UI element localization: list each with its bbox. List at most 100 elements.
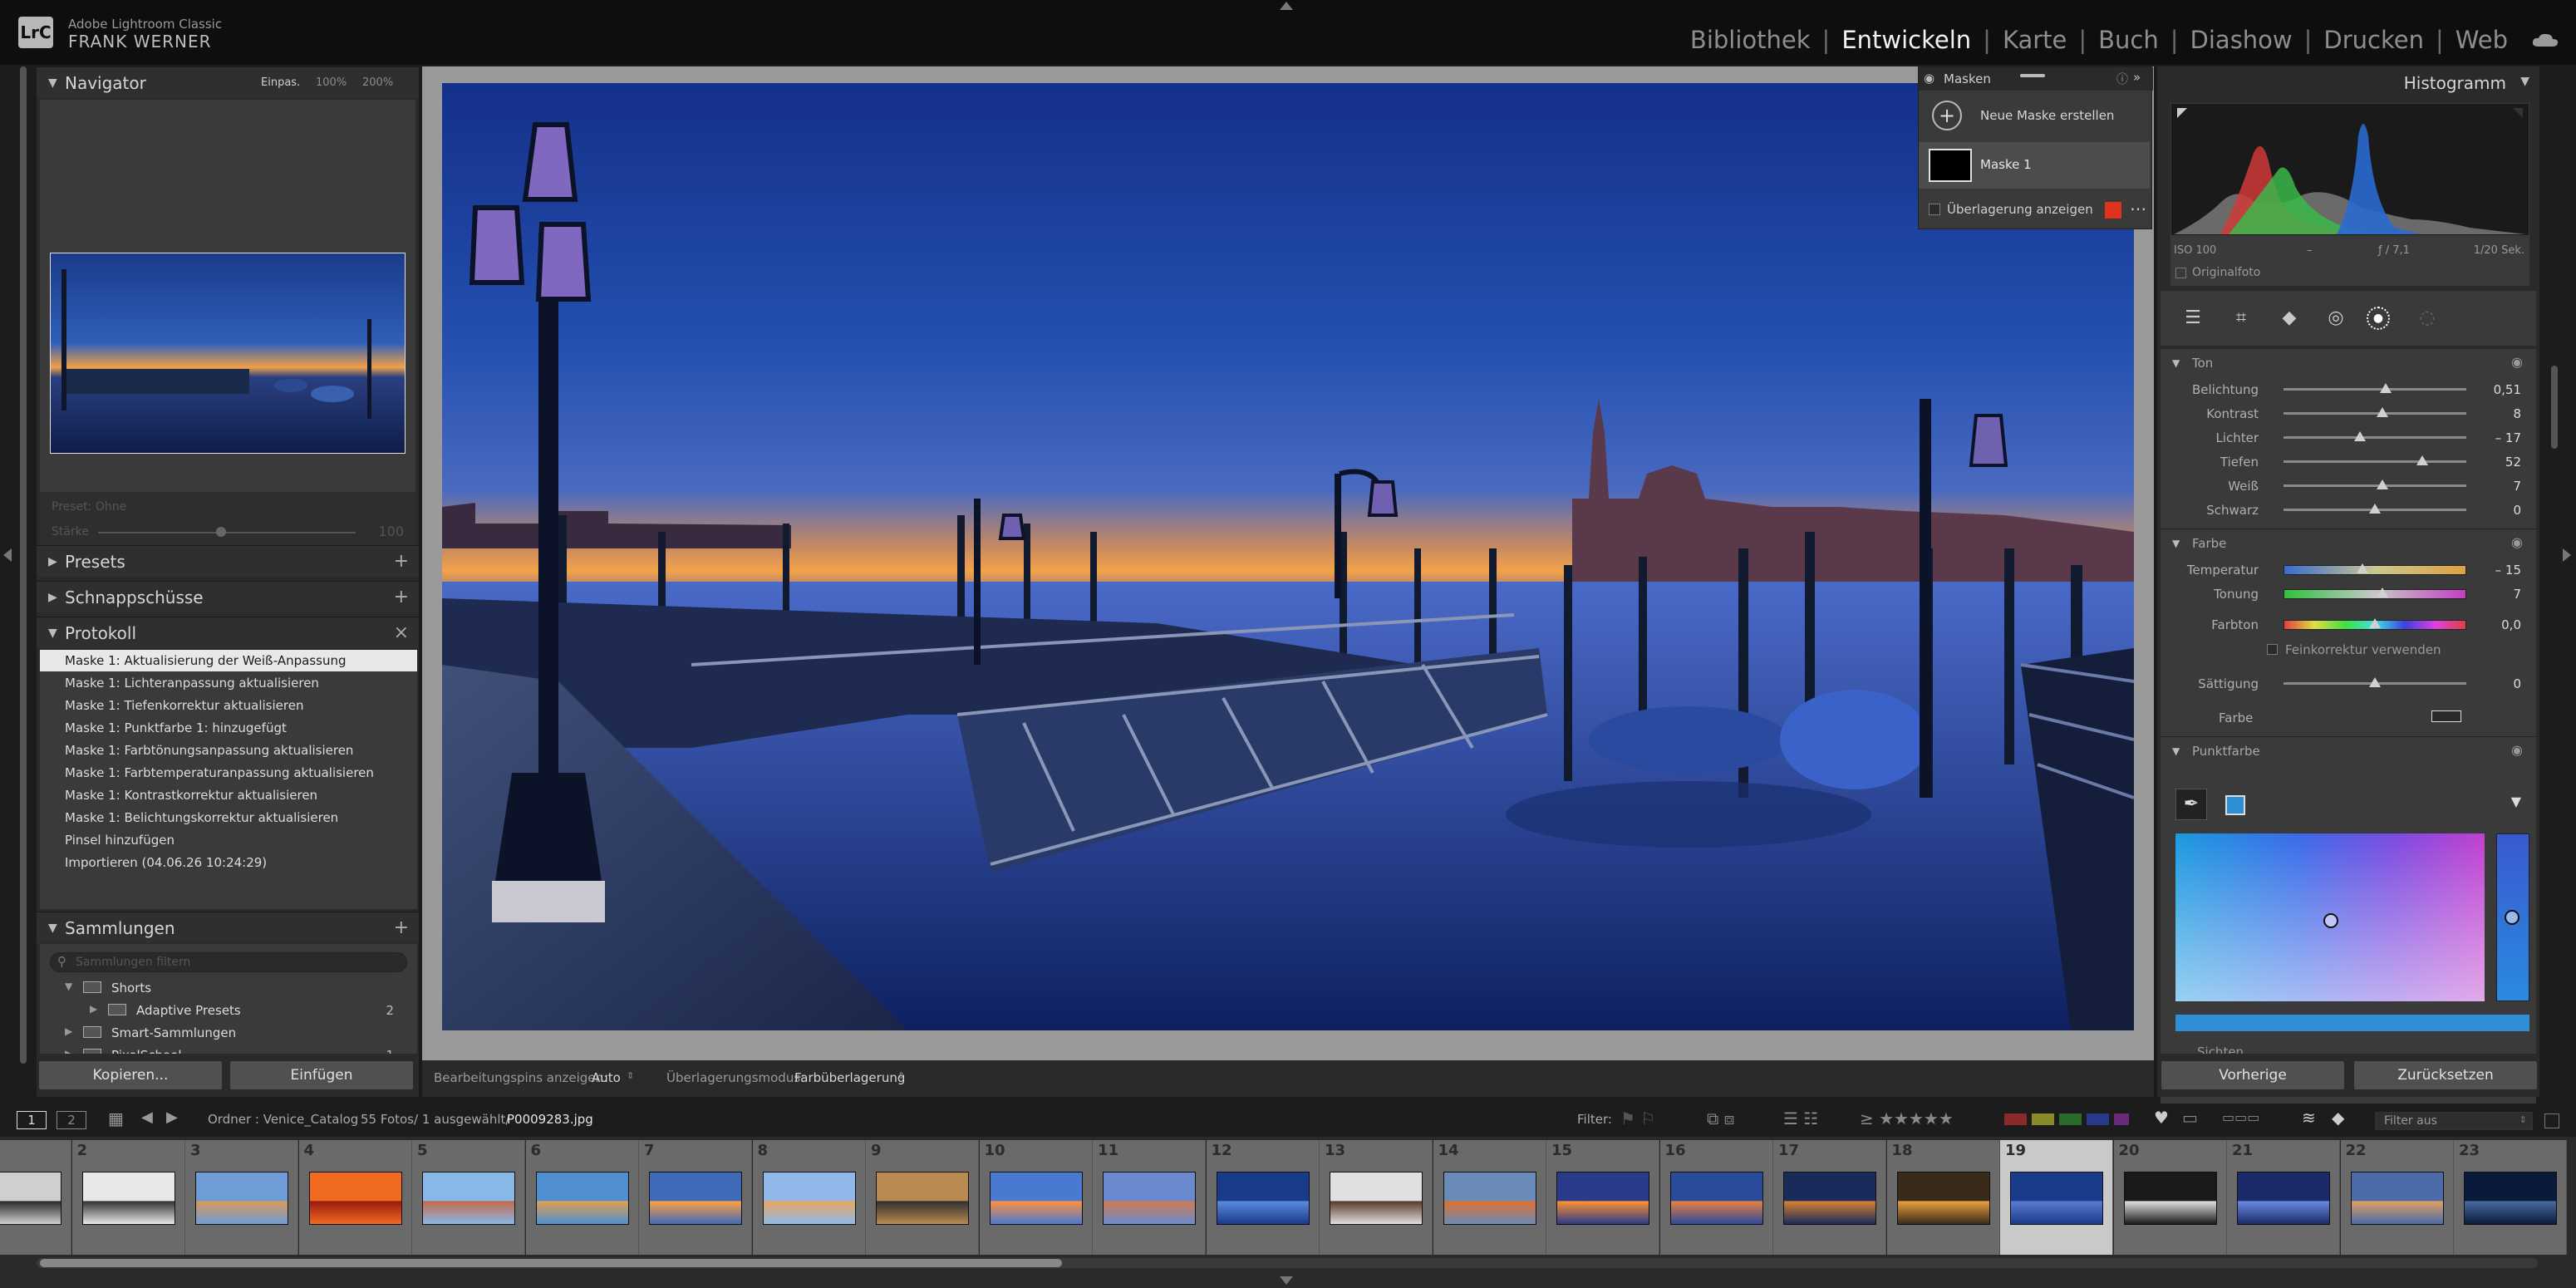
fine-tune-checkbox[interactable] bbox=[2267, 644, 2278, 655]
add-preset-icon[interactable]: + bbox=[394, 546, 409, 578]
collections-header[interactable]: ▼ Sammlungen + bbox=[37, 912, 419, 943]
plus-circle-icon[interactable]: + bbox=[1932, 101, 1962, 130]
slider-value[interactable]: 8 bbox=[2513, 406, 2521, 421]
zoom-100-option[interactable]: 100% bbox=[316, 67, 347, 99]
filmstrip-scrollbar-thumb[interactable] bbox=[40, 1259, 1062, 1267]
snapshots-header[interactable]: ▶ Schnappschüsse + bbox=[37, 581, 419, 612]
filmstrip-thumbnail[interactable]: 13 bbox=[1320, 1140, 1433, 1255]
filmstrip-thumbnail[interactable]: 19 bbox=[2000, 1140, 2113, 1255]
clear-history-icon[interactable]: × bbox=[394, 617, 409, 649]
filmstrip-thumbnail[interactable]: 16 bbox=[1659, 1140, 1773, 1255]
collapse-triangle-icon[interactable]: ▼ bbox=[2172, 538, 2180, 549]
disclosure-triangle-icon[interactable]: ▶ bbox=[65, 1025, 72, 1037]
slider-value[interactable]: 0 bbox=[2513, 503, 2521, 518]
grid-view-icon[interactable]: ▦ bbox=[108, 1109, 124, 1128]
collection-row[interactable]: ▼ Shorts bbox=[40, 977, 417, 999]
slider-value[interactable]: – 17 bbox=[2495, 430, 2521, 445]
filmstrip-thumbnail[interactable]: 2 bbox=[71, 1140, 185, 1255]
slider-knob[interactable] bbox=[2369, 677, 2381, 687]
expand-triangle-icon[interactable]: ▶ bbox=[48, 582, 57, 613]
collection-row[interactable]: ▶ Adaptive Presets 2 bbox=[40, 1000, 417, 1021]
disclosure-triangle-icon[interactable]: ▶ bbox=[90, 1003, 97, 1015]
help-icon[interactable]: ⓘ bbox=[2116, 71, 2128, 87]
bottom-panel-toggle-icon[interactable] bbox=[1280, 1276, 1293, 1285]
slider-value[interactable]: 52 bbox=[2505, 455, 2521, 469]
eye-icon[interactable]: ◉ bbox=[2511, 534, 2523, 550]
slider-value[interactable]: 7 bbox=[2513, 479, 2521, 494]
filter-preset-select[interactable]: Filter aus ⇕ bbox=[2375, 1112, 2533, 1130]
collection-row[interactable]: ▶ Smart-Sammlungen bbox=[40, 1022, 417, 1044]
healing-eraser-icon[interactable]: ◆ bbox=[2277, 306, 2302, 331]
filmstrip-thumbnail[interactable] bbox=[0, 1140, 71, 1255]
top-panel-toggle-icon[interactable] bbox=[1280, 2, 1293, 10]
copy-settings-button[interactable]: Kopieren... bbox=[38, 1060, 223, 1090]
zoom-200-option[interactable]: 200% bbox=[362, 67, 393, 99]
slider-value[interactable]: 0 bbox=[2513, 676, 2521, 691]
color-header[interactable]: ▼ Farbe ◉ bbox=[2161, 529, 2536, 558]
color-tint-swatch[interactable] bbox=[2431, 710, 2461, 722]
history-step[interactable]: Maske 1: Kontrastkorrektur aktualisieren bbox=[40, 784, 417, 806]
right-panel-toggle-icon[interactable] bbox=[2563, 548, 2571, 562]
slider-value[interactable]: – 15 bbox=[2495, 563, 2521, 578]
add-snapshot-icon[interactable]: + bbox=[394, 582, 409, 613]
histogram-graph[interactable] bbox=[2170, 103, 2529, 236]
presets-circle-icon[interactable]: ◌ bbox=[2415, 306, 2440, 331]
collapse-triangle-icon[interactable]: ▼ bbox=[48, 617, 57, 649]
edit-filter-icons[interactable]: ☰ ☷ bbox=[1783, 1109, 1818, 1128]
slider-knob[interactable] bbox=[2356, 563, 2368, 573]
eye-icon[interactable]: ◉ bbox=[2511, 354, 2523, 370]
drag-handle[interactable] bbox=[2020, 74, 2045, 77]
comment-icon[interactable]: ▭ bbox=[2182, 1108, 2198, 1128]
source-path[interactable]: Ordner : Venice_Catalog bbox=[208, 1112, 358, 1127]
red-eye-icon[interactable]: ◎ bbox=[2323, 306, 2348, 331]
strength-slider-track[interactable] bbox=[98, 532, 356, 533]
overlay-checkbox[interactable] bbox=[1929, 204, 1940, 215]
filmstrip-thumbnail[interactable]: 21 bbox=[2227, 1140, 2340, 1255]
star-rating-filter[interactable]: ≥ ★★★★★ bbox=[1860, 1109, 1954, 1128]
collapse-panel-icon[interactable]: » bbox=[2133, 70, 2141, 85]
reset-button[interactable]: Zurücksetzen bbox=[2353, 1060, 2538, 1090]
add-collection-icon[interactable]: + bbox=[394, 912, 409, 944]
flag-filter-icons[interactable]: ⚑ ⚐ bbox=[1620, 1109, 1655, 1128]
masks-panel-header[interactable]: ◉ Masken ⓘ » bbox=[1919, 67, 2153, 91]
crop-icon[interactable]: ⌗ bbox=[2229, 306, 2254, 331]
back-arrow-icon[interactable]: ◀ bbox=[141, 1109, 153, 1126]
slider-knob[interactable] bbox=[2380, 383, 2392, 393]
slider-value[interactable]: 0,0 bbox=[2501, 617, 2521, 632]
diamond-toggle-icon[interactable]: ◆ bbox=[2332, 1108, 2344, 1128]
collapse-triangle-icon[interactable]: ▼ bbox=[2520, 75, 2529, 88]
filmstrip-thumbnail[interactable]: 17 bbox=[1773, 1140, 1886, 1255]
collapse-triangle-icon[interactable]: ▼ bbox=[48, 912, 57, 944]
slider-track[interactable] bbox=[2283, 388, 2466, 391]
slider-track[interactable] bbox=[2283, 589, 2466, 599]
mask-thumbnail[interactable] bbox=[1929, 149, 1972, 182]
filmstrip-thumbnail[interactable]: 7 bbox=[639, 1140, 752, 1255]
dropdown-triangle-icon[interactable]: ▼ bbox=[2511, 794, 2521, 809]
point-color-header[interactable]: ▼ Punktfarbe ◉ bbox=[2161, 737, 2536, 765]
history-step[interactable]: Maske 1: Farbtemperaturanpassung aktuali… bbox=[40, 762, 417, 784]
layers-icon[interactable]: ≋ bbox=[2302, 1108, 2316, 1128]
slider-track[interactable] bbox=[2283, 565, 2466, 575]
history-step[interactable]: Pinsel hinzufügen bbox=[40, 829, 417, 851]
chevron-updown-icon[interactable]: ⇕ bbox=[897, 1070, 905, 1081]
history-step[interactable]: Maske 1: Tiefenkorrektur aktualisieren bbox=[40, 695, 417, 716]
slider-knob[interactable] bbox=[2376, 479, 2388, 489]
paste-settings-button[interactable]: Einfügen bbox=[229, 1060, 414, 1090]
selected-filename[interactable]: P0009283.jpg bbox=[507, 1112, 593, 1127]
left-panel-toggle-icon[interactable] bbox=[3, 548, 12, 562]
module-web[interactable]: Web bbox=[2444, 26, 2519, 54]
slider-track[interactable] bbox=[2283, 436, 2466, 439]
eye-icon[interactable]: ◉ bbox=[2511, 742, 2523, 758]
overlay-mode-select[interactable]: Farbüberlagerung bbox=[794, 1070, 905, 1085]
history-step[interactable]: Maske 1: Farbtönungsanpassung aktualisie… bbox=[40, 740, 417, 761]
filmstrip-thumbnail[interactable]: 18 bbox=[1886, 1140, 2000, 1255]
slider-knob[interactable] bbox=[2416, 455, 2429, 465]
history-step[interactable]: Maske 1: Lichteranpassung aktualisieren bbox=[40, 672, 417, 694]
filmstrip-thumbnail[interactable]: 11 bbox=[1093, 1140, 1206, 1255]
filmstrip-thumbnail[interactable]: 3 bbox=[185, 1140, 298, 1255]
slider-knob[interactable] bbox=[2354, 431, 2367, 441]
strength-slider-knob[interactable] bbox=[216, 527, 226, 537]
heart-icon[interactable]: ♥ bbox=[2154, 1108, 2169, 1128]
new-mask-button[interactable]: + Neue Maske erstellen bbox=[1919, 92, 2153, 137]
forward-arrow-icon[interactable]: ▶ bbox=[166, 1109, 178, 1126]
